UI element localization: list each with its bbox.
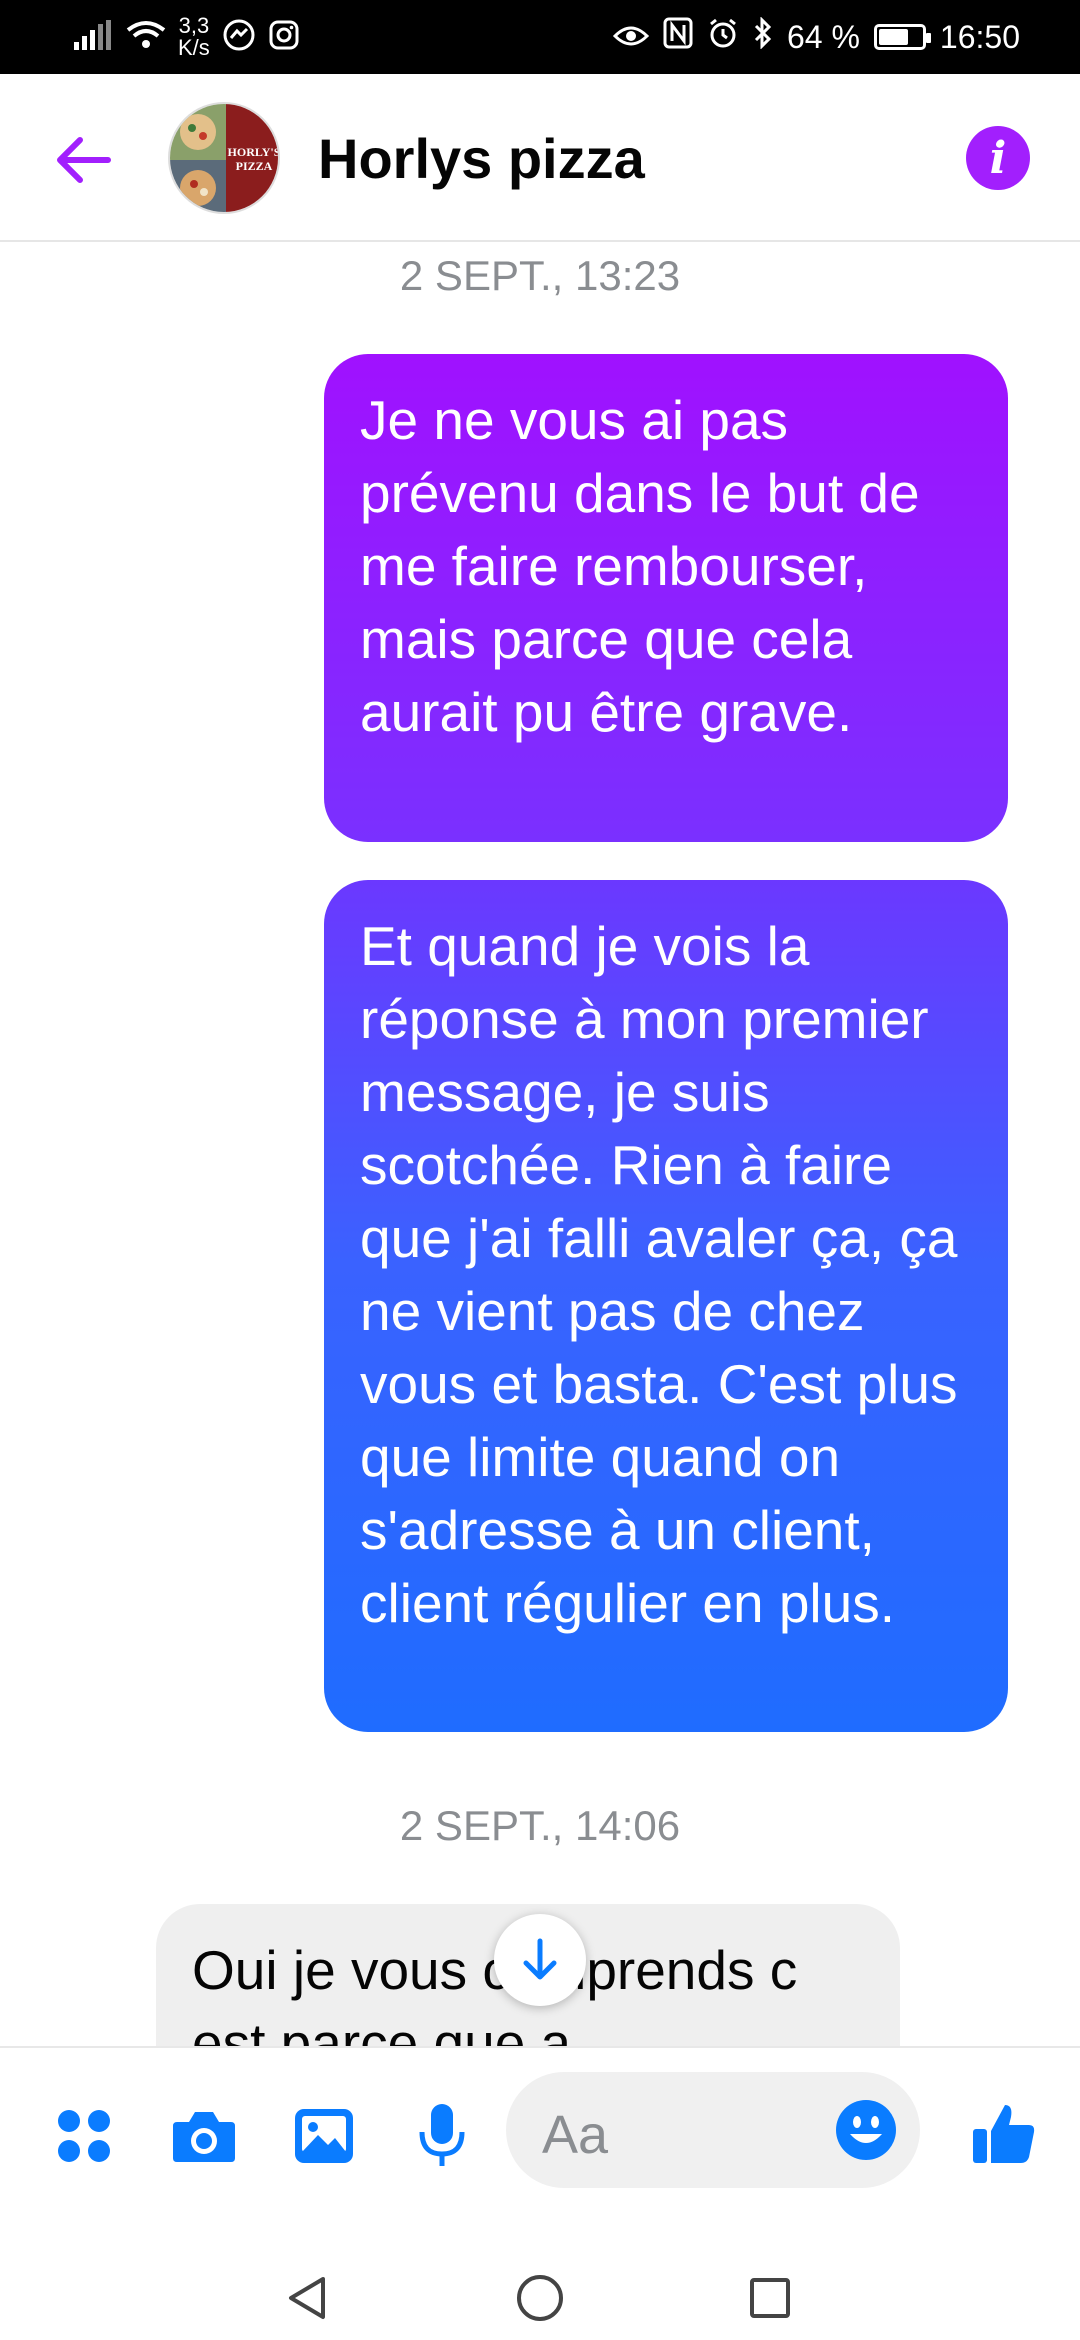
nfc-icon xyxy=(663,17,693,57)
apps-button[interactable] xyxy=(48,2100,120,2172)
pizza-avatar-image: HORLY'S PIZZA xyxy=(170,104,280,212)
alarm-icon xyxy=(707,17,739,57)
status-bar: 3,3 K/s 64 % 16:50 xyxy=(0,0,1080,74)
circle-home-icon xyxy=(517,2275,563,2321)
back-arrow-icon xyxy=(57,137,111,183)
eye-icon xyxy=(612,19,650,56)
thumbs-up-icon xyxy=(973,2105,1035,2163)
square-recents-icon xyxy=(750,2278,790,2318)
contact-name[interactable]: Horlys pizza xyxy=(318,126,645,191)
network-speed-unit: K/s xyxy=(178,35,210,60)
bluetooth-icon xyxy=(753,16,773,57)
outgoing-message[interactable]: Je ne vous ai pas prévenu dans le but de… xyxy=(324,354,1008,842)
avatar[interactable]: HORLY'S PIZZA xyxy=(168,102,280,214)
conversation-header: HORLY'S PIZZA Horlys pizza i xyxy=(0,74,1080,242)
battery-percent: 64 % xyxy=(786,18,860,55)
message-input[interactable]: Aa xyxy=(506,2072,920,2188)
nav-recents-button[interactable] xyxy=(728,2256,812,2340)
avatar-text-line1: HORLY'S xyxy=(228,145,280,159)
emoji-button[interactable] xyxy=(834,2098,898,2162)
message-input-placeholder: Aa xyxy=(542,2105,609,2165)
microphone-icon xyxy=(419,2104,465,2166)
wifi-icon xyxy=(126,20,166,55)
gallery-icon xyxy=(295,2109,353,2163)
message-timestamp: 2 SEPT., 13:23 xyxy=(399,252,681,299)
emoji-icon xyxy=(836,2100,896,2160)
message-timestamp: 2 SEPT., 14:06 xyxy=(399,1802,681,1849)
battery-level xyxy=(878,29,909,45)
gallery-button[interactable] xyxy=(288,2100,360,2172)
signal-icon xyxy=(74,19,114,55)
messenger-notification-icon xyxy=(222,18,256,57)
battery-icon xyxy=(873,24,931,50)
back-button[interactable] xyxy=(46,124,118,196)
microphone-button[interactable] xyxy=(406,2100,478,2172)
status-right: 64 % 16:50 xyxy=(612,0,1020,74)
clock: 16:50 xyxy=(939,18,1020,55)
outgoing-message[interactable]: Et quand je vois la réponse à mon premie… xyxy=(324,880,1008,1732)
message-composer: Aa xyxy=(0,2046,1080,2256)
arrow-down-icon xyxy=(523,1938,557,1980)
camera-icon xyxy=(173,2112,235,2162)
system-navigation-bar xyxy=(0,2256,1080,2340)
nav-back-button[interactable] xyxy=(266,2256,350,2340)
info-button[interactable]: i xyxy=(966,126,1030,190)
info-icon: i xyxy=(989,132,1007,184)
avatar-text-line2: PIZZA xyxy=(236,159,273,173)
scroll-to-bottom-button[interactable] xyxy=(494,1914,586,2006)
triangle-back-icon xyxy=(289,2277,325,2319)
camera-button[interactable] xyxy=(168,2100,240,2172)
status-left: 3,3 K/s xyxy=(74,0,300,74)
network-speed: 3,3 K/s xyxy=(178,15,210,59)
apps-icon xyxy=(58,2110,110,2162)
nav-home-button[interactable] xyxy=(498,2256,582,2340)
network-speed-value: 3,3 xyxy=(178,13,210,38)
instagram-notification-icon xyxy=(268,19,300,56)
like-button[interactable] xyxy=(964,2094,1044,2174)
